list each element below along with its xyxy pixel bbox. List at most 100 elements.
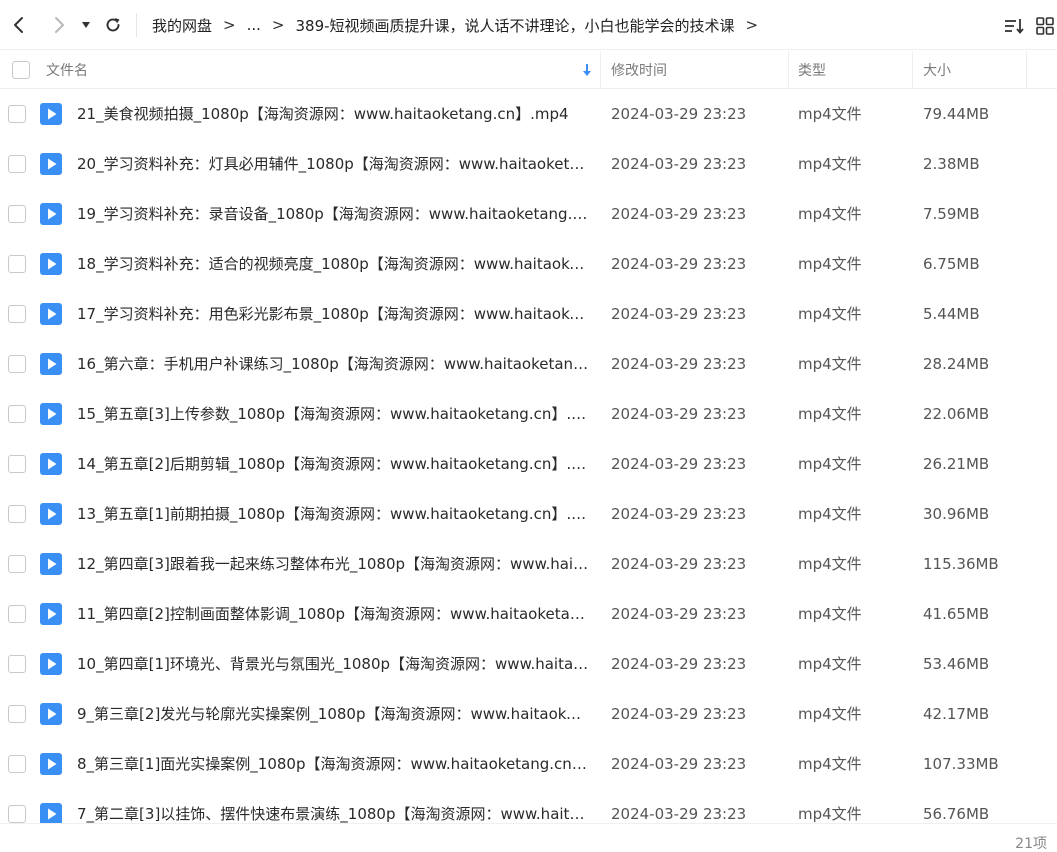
- file-type: mp4文件: [798, 805, 862, 823]
- row-checkbox[interactable]: [8, 555, 26, 573]
- file-row[interactable]: 14_第五章[2]后期剪辑_1080p【海淘资源网：www.haitaoketa…: [0, 439, 1057, 489]
- toolbar: 我的网盘 > ... > 389-短视频画质提升课，说人话不讲理论，小白也能学会…: [0, 0, 1057, 50]
- file-type: mp4文件: [798, 305, 862, 323]
- chevron-left-icon: [14, 17, 23, 33]
- file-size: 28.24MB: [923, 355, 990, 373]
- breadcrumb-separator-icon: >: [223, 16, 236, 34]
- file-name[interactable]: 20_学习资料补充：灯具必用辅件_1080p【海淘资源网：www.haitaok…: [77, 139, 589, 189]
- row-checkbox[interactable]: [8, 355, 26, 373]
- file-row[interactable]: 13_第五章[1]前期拍摄_1080p【海淘资源网：www.haitaoketa…: [0, 489, 1057, 539]
- column-header-size-label: 大小: [923, 63, 951, 79]
- file-type: mp4文件: [798, 605, 862, 623]
- file-row[interactable]: 15_第五章[3]上传参数_1080p【海淘资源网：www.haitaoketa…: [0, 389, 1057, 439]
- column-divider: [600, 51, 601, 89]
- file-size: 79.44MB: [923, 105, 990, 123]
- file-name[interactable]: 15_第五章[3]上传参数_1080p【海淘资源网：www.haitaoketa…: [77, 389, 589, 439]
- video-file-icon: [40, 303, 62, 325]
- column-header-size[interactable]: 大小: [923, 51, 951, 89]
- video-file-icon: [40, 103, 62, 125]
- row-checkbox[interactable]: [8, 705, 26, 723]
- video-file-icon: [40, 203, 62, 225]
- file-type: mp4文件: [798, 505, 862, 523]
- breadcrumb-separator-icon: >: [271, 16, 285, 34]
- file-row[interactable]: 8_第三章[1]面光实操案例_1080p【海淘资源网：www.haitaoket…: [0, 739, 1057, 789]
- file-row[interactable]: 7_第二章[3]以挂饰、摆件快速布景演练_1080p【海淘资源网：www.hai…: [0, 789, 1057, 823]
- file-type: mp4文件: [798, 405, 862, 423]
- file-size: 6.75MB: [923, 255, 980, 273]
- file-size: 5.44MB: [923, 305, 980, 323]
- file-name[interactable]: 13_第五章[1]前期拍摄_1080p【海淘资源网：www.haitaoketa…: [77, 489, 589, 539]
- row-checkbox[interactable]: [8, 455, 26, 473]
- file-row[interactable]: 10_第四章[1]环境光、背景光与氛围光_1080p【海淘资源网：www.hai…: [0, 639, 1057, 689]
- breadcrumb-item-root[interactable]: 我的网盘: [152, 15, 212, 36]
- file-modified-time: 2024-03-29 23:23: [611, 305, 747, 323]
- file-modified-time: 2024-03-29 23:23: [611, 805, 747, 823]
- row-checkbox[interactable]: [8, 655, 26, 673]
- column-header-type[interactable]: 类型: [798, 51, 826, 89]
- file-type: mp4文件: [798, 755, 862, 773]
- file-size: 115.36MB: [923, 555, 999, 573]
- file-list: 21_美食视频拍摄_1080p【海淘资源网：www.haitaoketang.c…: [0, 89, 1057, 823]
- row-checkbox[interactable]: [8, 405, 26, 423]
- back-button[interactable]: [4, 10, 34, 40]
- file-name[interactable]: 19_学习资料补充：录音设备_1080p【海淘资源网：www.haitaoket…: [77, 189, 589, 239]
- file-name[interactable]: 12_第四章[3]跟着我一起来练习整体布光_1080p【海淘资源网：www.ha…: [77, 539, 589, 589]
- file-name[interactable]: 14_第五章[2]后期剪辑_1080p【海淘资源网：www.haitaoketa…: [77, 439, 589, 489]
- file-modified-time: 2024-03-29 23:23: [611, 205, 747, 223]
- file-modified-time: 2024-03-29 23:23: [611, 605, 747, 623]
- row-checkbox[interactable]: [8, 155, 26, 173]
- file-type: mp4文件: [798, 705, 862, 723]
- file-type: mp4文件: [798, 455, 862, 473]
- item-count: 21项: [1015, 836, 1047, 852]
- file-row[interactable]: 20_学习资料补充：灯具必用辅件_1080p【海淘资源网：www.haitaok…: [0, 139, 1057, 189]
- file-name[interactable]: 8_第三章[1]面光实操案例_1080p【海淘资源网：www.haitaoket…: [77, 739, 589, 789]
- column-header-modified[interactable]: 修改时间: [611, 51, 667, 89]
- file-row[interactable]: 21_美食视频拍摄_1080p【海淘资源网：www.haitaoketang.c…: [0, 89, 1057, 139]
- row-checkbox[interactable]: [8, 105, 26, 123]
- column-divider: [1026, 51, 1027, 89]
- file-type: mp4文件: [798, 555, 862, 573]
- file-row[interactable]: 19_学习资料补充：录音设备_1080p【海淘资源网：www.haitaoket…: [0, 189, 1057, 239]
- file-row[interactable]: 11_第四章[2]控制画面整体影调_1080p【海淘资源网：www.haitao…: [0, 589, 1057, 639]
- view-toggle-button[interactable]: [1032, 13, 1057, 39]
- sort-descending-arrow-icon[interactable]: [581, 63, 593, 77]
- file-name[interactable]: 18_学习资料补充：适合的视频亮度_1080p【海淘资源网：www.haitao…: [77, 239, 589, 289]
- file-row[interactable]: 12_第四章[3]跟着我一起来练习整体布光_1080p【海淘资源网：www.ha…: [0, 539, 1057, 589]
- row-checkbox[interactable]: [8, 605, 26, 623]
- row-checkbox[interactable]: [8, 505, 26, 523]
- file-modified-time: 2024-03-29 23:23: [611, 155, 747, 173]
- breadcrumb-item-current[interactable]: 389-短视频画质提升课，说人话不讲理论，小白也能学会的技术课: [295, 15, 734, 36]
- file-modified-time: 2024-03-29 23:23: [611, 655, 747, 673]
- row-checkbox[interactable]: [8, 805, 26, 823]
- file-row[interactable]: 16_第六章：手机用户补课练习_1080p【海淘资源网：www.haitaoke…: [0, 339, 1057, 389]
- file-modified-time: 2024-03-29 23:23: [611, 355, 747, 373]
- file-name[interactable]: 10_第四章[1]环境光、背景光与氛围光_1080p【海淘资源网：www.hai…: [77, 639, 589, 689]
- file-size: 53.46MB: [923, 655, 990, 673]
- breadcrumb: 我的网盘 > ... > 389-短视频画质提升课，说人话不讲理论，小白也能学会…: [152, 0, 769, 50]
- chevron-right-icon: [55, 17, 64, 33]
- sort-button[interactable]: [1001, 13, 1027, 39]
- file-name[interactable]: 11_第四章[2]控制画面整体影调_1080p【海淘资源网：www.haitao…: [77, 589, 589, 639]
- file-size: 30.96MB: [923, 505, 990, 523]
- file-row[interactable]: 17_学习资料补充：用色彩光影布景_1080p【海淘资源网：www.haitao…: [0, 289, 1057, 339]
- file-name[interactable]: 16_第六章：手机用户补课练习_1080p【海淘资源网：www.haitaoke…: [77, 339, 589, 389]
- breadcrumb-item-ellipsis[interactable]: ...: [247, 16, 261, 34]
- file-name[interactable]: 9_第三章[2]发光与轮廓光实操案例_1080p【海淘资源网：www.haita…: [77, 689, 589, 739]
- row-checkbox[interactable]: [8, 205, 26, 223]
- row-checkbox[interactable]: [8, 305, 26, 323]
- file-row[interactable]: 9_第三章[2]发光与轮廓光实操案例_1080p【海淘资源网：www.haita…: [0, 689, 1057, 739]
- file-size: 41.65MB: [923, 605, 990, 623]
- file-name[interactable]: 17_学习资料补充：用色彩光影布景_1080p【海淘资源网：www.haitao…: [77, 289, 589, 339]
- video-file-icon: [40, 803, 62, 823]
- history-dropdown-button[interactable]: [74, 10, 98, 40]
- column-header-name[interactable]: 文件名: [46, 51, 88, 89]
- row-checkbox[interactable]: [8, 755, 26, 773]
- refresh-button[interactable]: [98, 10, 128, 40]
- file-name[interactable]: 7_第二章[3]以挂饰、摆件快速布景演练_1080p【海淘资源网：www.hai…: [77, 789, 589, 823]
- file-name[interactable]: 21_美食视频拍摄_1080p【海淘资源网：www.haitaoketang.c…: [77, 89, 589, 139]
- file-type: mp4文件: [798, 255, 862, 273]
- file-row[interactable]: 18_学习资料补充：适合的视频亮度_1080p【海淘资源网：www.haitao…: [0, 239, 1057, 289]
- forward-button[interactable]: [44, 10, 74, 40]
- row-checkbox[interactable]: [8, 255, 26, 273]
- select-all-checkbox[interactable]: [12, 61, 30, 79]
